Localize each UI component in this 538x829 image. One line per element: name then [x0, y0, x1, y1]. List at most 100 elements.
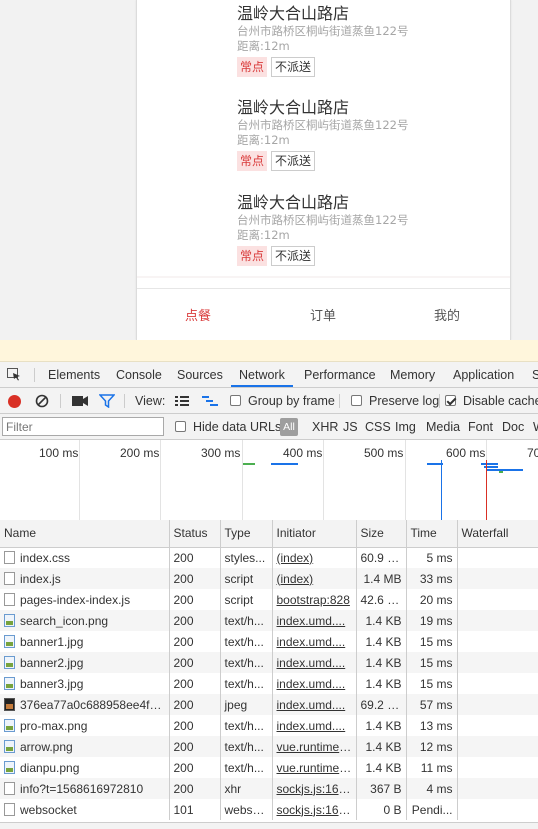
table-row[interactable]: dianpu.png 200 text/h... vue.runtime.... 1.4… — [0, 757, 538, 778]
file-image-icon — [4, 634, 15, 648]
network-overview-timeline[interactable]: 100 ms 200 ms 300 ms 400 ms 500 ms 600 m… — [0, 440, 538, 522]
filter-input[interactable] — [2, 417, 164, 436]
request-initiator[interactable]: index.umd.... — [272, 610, 357, 631]
tab-memory[interactable]: Memory — [390, 368, 435, 382]
group-by-frame-checkbox[interactable] — [230, 395, 241, 406]
tab-elements[interactable]: Elements — [48, 368, 100, 382]
large-rows-list-icon[interactable] — [175, 395, 189, 407]
request-initiator[interactable]: index.umd.... — [272, 694, 357, 715]
table-row[interactable]: search_icon.png 200 text/h... index.umd....… — [0, 610, 538, 631]
table-row[interactable]: websocket 101 webso... sockjs.js:1683 0 B Pen… — [0, 799, 538, 820]
request-initiator[interactable]: vue.runtime.... — [272, 757, 357, 778]
table-row[interactable]: banner2.jpg 200 text/h... index.umd.... 1.4 … — [0, 652, 538, 673]
table-row[interactable]: pro-max.png 200 text/h... index.umd.... 1.4 … — [0, 715, 538, 736]
screenshot-camera-icon[interactable] — [72, 396, 88, 406]
table-row[interactable]: info?t=1568616972810 200 xhr sockjs.js:1605… — [0, 778, 538, 799]
frequent-tag: 常点 — [237, 57, 268, 77]
request-initiator[interactable]: index.umd.... — [272, 631, 357, 652]
record-button[interactable] — [8, 395, 21, 408]
store-card[interactable]: 温岭大合山路店 台州市路桥区桐屿街道蒸鱼122号 距离:12m 常点 不派送 — [237, 4, 497, 77]
request-initiator[interactable]: bootstrap:828 — [272, 589, 357, 610]
request-name-cell[interactable]: banner1.jpg — [0, 631, 170, 652]
hide-data-urls-label: Hide data URLs — [193, 420, 282, 434]
disable-cache-checkbox[interactable] — [445, 395, 456, 406]
request-name-cell[interactable]: websocket — [0, 799, 170, 820]
tab-mine[interactable]: 我的 — [434, 305, 460, 324]
filter-funnel-icon[interactable] — [99, 394, 115, 408]
filter-type-ws[interactable]: W — [533, 420, 538, 434]
column-status[interactable]: Status — [169, 520, 221, 548]
clear-icon[interactable] — [35, 394, 49, 408]
column-name[interactable]: Name — [0, 520, 170, 548]
request-name-cell[interactable]: pro-max.png — [0, 715, 170, 736]
tab-network[interactable]: Network — [239, 368, 285, 382]
table-row[interactable]: index.js 200 script (index) 1.4 MB 33 ms — [0, 568, 538, 589]
store-card[interactable]: 温岭大合山路店 台州市路桥区桐屿街道蒸鱼122号 距离:12m 常点 不派送 — [237, 193, 497, 266]
filter-type-js[interactable]: JS — [343, 420, 358, 434]
filter-type-xhr[interactable]: XHR — [312, 420, 338, 434]
tab-application[interactable]: Application — [453, 368, 514, 382]
request-name-cell[interactable]: banner3.jpg — [0, 673, 170, 694]
column-time[interactable]: Time — [406, 520, 458, 548]
request-initiator[interactable]: (index) — [272, 547, 357, 568]
file-image-icon — [4, 760, 15, 774]
filter-type-doc[interactable]: Doc — [502, 420, 524, 434]
no-delivery-tag: 不派送 — [271, 151, 316, 171]
request-initiator[interactable]: sockjs.js:1683 — [272, 799, 357, 820]
devtools-resize-strip[interactable] — [0, 340, 538, 362]
request-name-cell[interactable]: arrow.png — [0, 736, 170, 757]
request-name-cell[interactable]: index.js — [0, 568, 170, 589]
waterfall-overview-icon[interactable] — [202, 395, 218, 407]
tab-sources[interactable]: Sources — [177, 368, 223, 382]
store-card[interactable]: 温岭大合山路店 台州市路桥区桐屿街道蒸鱼122号 距离:12m 常点 不派送 — [237, 98, 497, 171]
filter-type-img[interactable]: Img — [395, 420, 416, 434]
request-name-cell[interactable]: pages-index-index.js — [0, 589, 170, 610]
request-type: text/h... — [220, 757, 273, 778]
request-status: 200 — [169, 568, 221, 589]
request-name: websocket — [20, 802, 77, 817]
tab-console[interactable]: Console — [116, 368, 162, 382]
request-initiator[interactable]: vue.runtime.... — [272, 736, 357, 757]
filter-type-all[interactable]: All — [280, 418, 298, 436]
request-initiator[interactable]: index.umd.... — [272, 673, 357, 694]
table-row[interactable]: 376ea77a0c688958ee4f7... 200 jpeg index.umd… — [0, 694, 538, 715]
filter-type-font[interactable]: Font — [468, 420, 493, 434]
column-size[interactable]: Size — [356, 520, 407, 548]
column-type[interactable]: Type — [220, 520, 273, 548]
table-row[interactable]: pages-index-index.js 200 script bootstrap:8… — [0, 589, 538, 610]
frequent-tag: 常点 — [237, 151, 268, 171]
request-initiator[interactable]: (index) — [272, 568, 357, 589]
filter-type-css[interactable]: CSS — [365, 420, 391, 434]
column-waterfall[interactable]: Waterfall — [457, 520, 538, 548]
request-status: 200 — [169, 589, 221, 610]
request-name-cell[interactable]: search_icon.png — [0, 610, 170, 631]
request-name: search_icon.png — [20, 613, 109, 628]
table-row[interactable]: index.css 200 styles... (index) 60.9 KB 5 ms — [0, 547, 538, 568]
tab-overflow[interactable]: S — [532, 368, 538, 382]
request-initiator[interactable]: index.umd.... — [272, 715, 357, 736]
overview-bars — [243, 460, 523, 522]
tab-performance[interactable]: Performance — [304, 368, 376, 382]
preserve-log-checkbox[interactable] — [351, 395, 362, 406]
request-name-cell[interactable]: 376ea77a0c688958ee4f7... — [0, 694, 170, 715]
filter-type-media[interactable]: Media — [426, 420, 460, 434]
table-row[interactable]: banner1.jpg 200 text/h... index.umd.... 1.4 … — [0, 631, 538, 652]
request-status: 200 — [169, 736, 221, 757]
app-preview: 温岭大合山路店 台州市路桥区桐屿街道蒸鱼122号 距离:12m 常点 不派送 温… — [0, 0, 538, 340]
request-initiator[interactable]: index.umd.... — [272, 652, 357, 673]
request-type: script — [220, 568, 273, 589]
request-waterfall — [457, 715, 538, 736]
inspect-element-icon[interactable] — [7, 368, 21, 381]
request-name-cell[interactable]: dianpu.png — [0, 757, 170, 778]
tab-orders[interactable]: 订单 — [310, 305, 336, 324]
table-row[interactable]: arrow.png 200 text/h... vue.runtime.... 1.4 … — [0, 736, 538, 757]
table-row[interactable]: banner3.jpg 200 text/h... index.umd.... 1.4 … — [0, 673, 538, 694]
request-name-cell[interactable]: banner2.jpg — [0, 652, 170, 673]
request-initiator[interactable]: sockjs.js:1605 — [272, 778, 357, 799]
request-name-cell[interactable]: index.css — [0, 547, 170, 568]
tab-order-food[interactable]: 点餐 — [185, 305, 211, 324]
column-initiator[interactable]: Initiator — [272, 520, 357, 548]
hide-data-urls-checkbox[interactable] — [175, 421, 186, 432]
request-size: 367 B — [356, 778, 407, 799]
request-name-cell[interactable]: info?t=1568616972810 — [0, 778, 170, 799]
